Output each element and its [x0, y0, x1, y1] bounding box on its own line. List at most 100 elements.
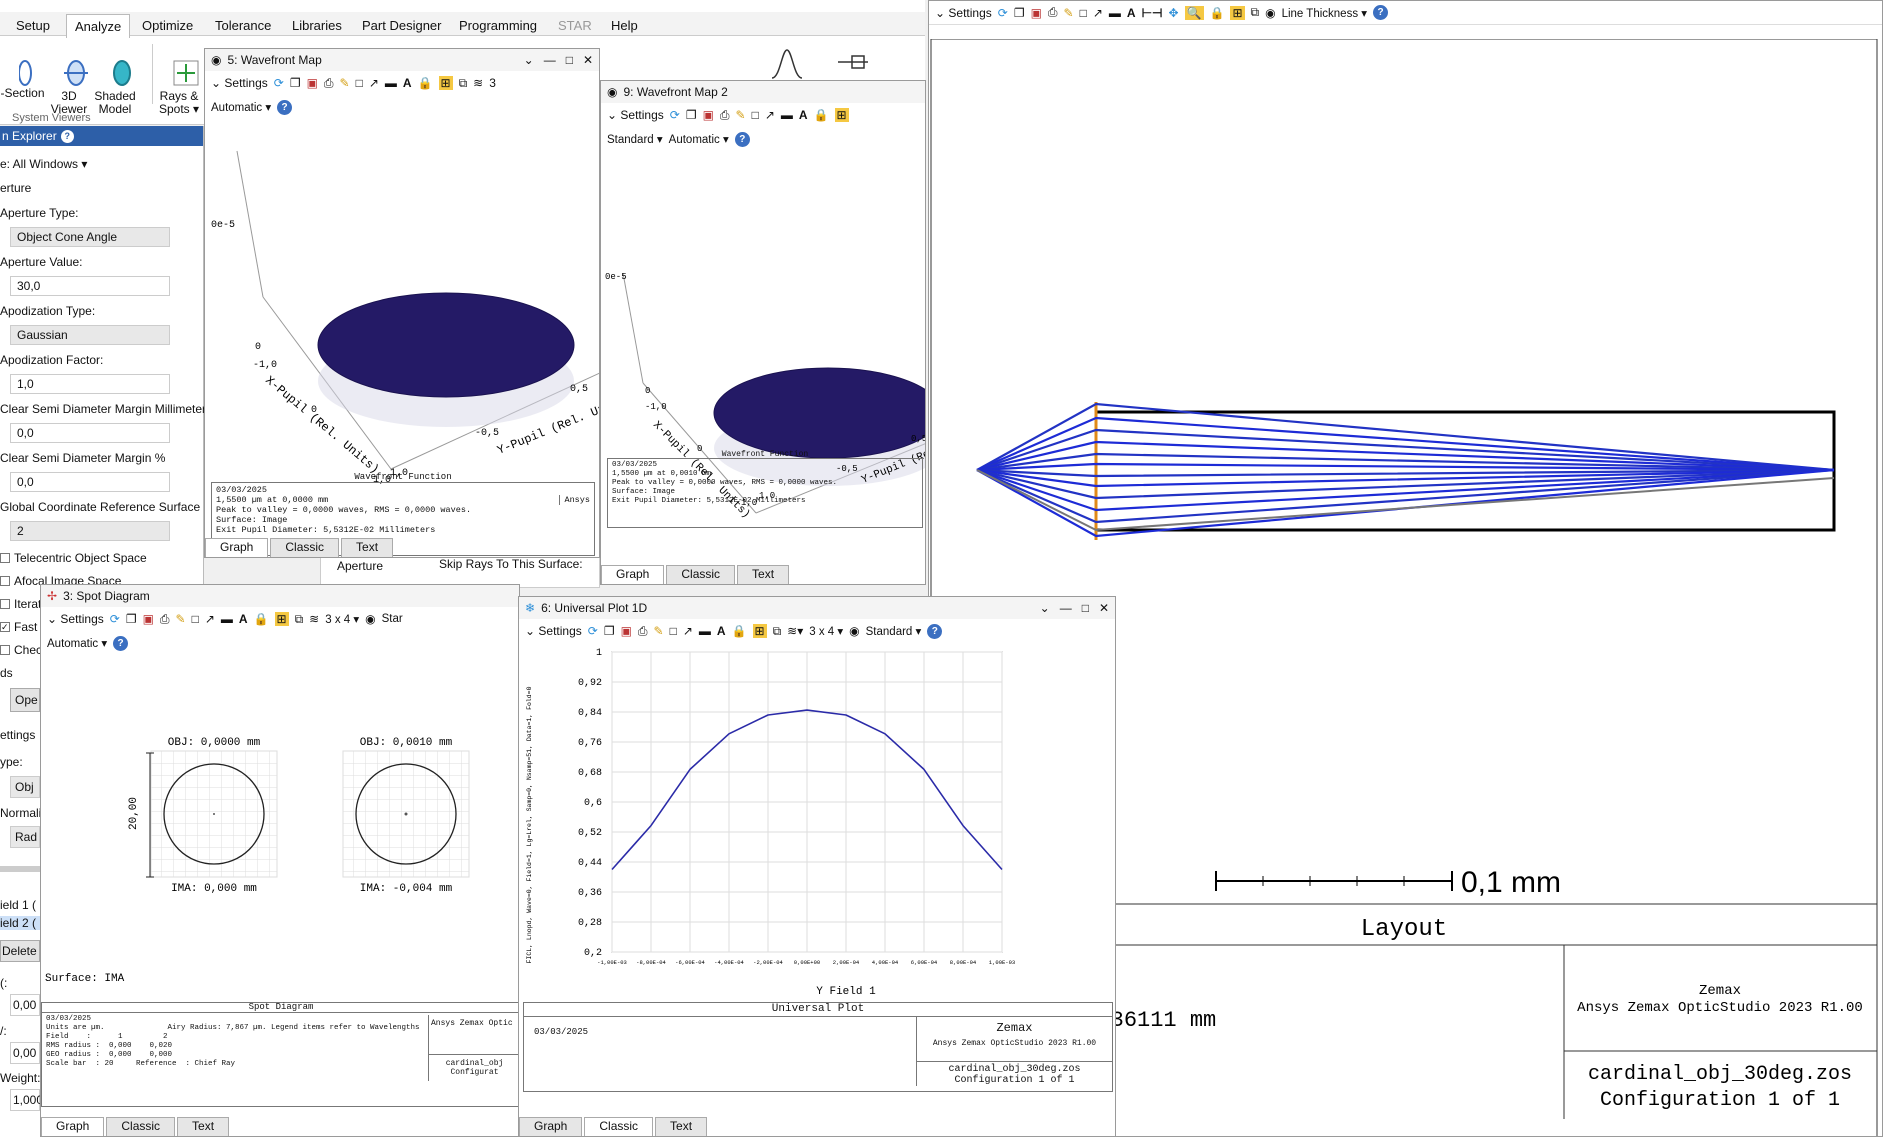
print-icon[interactable]: ⎙ — [1048, 5, 1058, 20]
delete-button[interactable]: Delete — [0, 940, 40, 962]
save-icon[interactable]: ▣ — [307, 76, 318, 90]
copy-icon[interactable]: ❐ — [1014, 6, 1025, 20]
settings-toggle[interactable]: ⌄ Settings — [211, 76, 268, 90]
arrow-icon[interactable]: ↗ — [205, 612, 215, 626]
windows-icon[interactable]: ⧉ — [773, 624, 782, 639]
help-icon[interactable]: ? — [60, 129, 74, 143]
aperture-type-select[interactable]: Object Cone Angle — [10, 227, 170, 247]
tab-text[interactable]: Text — [177, 1117, 230, 1136]
windows-icon[interactable]: ⧉ — [1251, 5, 1260, 20]
minimize-button[interactable]: — — [1060, 601, 1072, 615]
maximize-button[interactable]: □ — [566, 53, 573, 67]
shaded-model-button[interactable]: Shaded Model — [92, 46, 138, 116]
help-icon[interactable]: ? — [734, 131, 750, 147]
line-icon[interactable]: ▬ — [1109, 6, 1121, 20]
refresh-icon[interactable]: ⟳ — [998, 6, 1008, 20]
3d-viewer-button[interactable]: 3D Viewer — [48, 46, 90, 116]
open-button[interactable]: Ope — [10, 688, 40, 712]
grid-icon[interactable]: ⊞ — [752, 624, 767, 638]
text-icon[interactable]: A — [1127, 6, 1136, 20]
grid-layout-dropdown[interactable]: 3 x 4 ▾ — [809, 624, 843, 638]
automatic-dropdown[interactable]: Automatic ▾ — [47, 636, 107, 650]
automatic-dropdown[interactable]: Automatic ▾ — [211, 100, 271, 114]
arrow-icon[interactable]: ↗ — [765, 108, 775, 122]
standard-dropdown[interactable]: Standard ▾ — [866, 624, 922, 638]
tab-graph[interactable]: Graph — [601, 565, 665, 584]
aperture-tab[interactable]: Aperture — [337, 559, 383, 573]
timer-icon[interactable]: ◉ — [1265, 6, 1275, 20]
grid-icon[interactable]: ⊞ — [438, 76, 453, 90]
print-icon[interactable]: ⎙ — [720, 108, 730, 123]
arrow-icon[interactable]: ↗ — [683, 624, 693, 638]
save-icon[interactable]: ▣ — [1031, 6, 1042, 20]
standard-dropdown[interactable]: Star — [382, 613, 403, 625]
maximize-button[interactable]: □ — [1082, 601, 1089, 615]
dropdown-icon[interactable]: ⌄ — [524, 53, 534, 67]
lock-icon[interactable]: 🔒 — [254, 612, 269, 626]
aperture-value-input[interactable]: 30,0 — [10, 276, 170, 296]
iterate-checkbox[interactable]: Iterat — [0, 597, 41, 611]
tab-classic[interactable]: Classic — [106, 1117, 176, 1136]
copy-icon[interactable]: ❐ — [604, 624, 615, 638]
help-icon[interactable]: ? — [113, 635, 129, 651]
rectangle-icon[interactable]: □ — [670, 624, 677, 638]
global-ref-surface-select[interactable]: 2 — [10, 521, 170, 541]
refresh-icon[interactable]: ⟳ — [588, 624, 598, 638]
tab-classic[interactable]: Classic — [270, 538, 340, 557]
layers-icon[interactable]: ≋▾ — [787, 624, 803, 638]
tab-text[interactable]: Text — [341, 538, 394, 557]
windows-icon[interactable]: ⧉ — [295, 612, 304, 627]
tab-classic[interactable]: Classic — [584, 1117, 654, 1136]
lock-icon[interactable]: 🔒 — [814, 108, 829, 122]
save-icon[interactable]: ▣ — [143, 612, 154, 626]
apodization-type-select[interactable]: Gaussian — [10, 325, 170, 345]
copy-icon[interactable]: ❐ — [686, 108, 697, 122]
line-icon[interactable]: ▬ — [781, 108, 793, 122]
clear-margin-pct-input[interactable]: 0,0 — [10, 472, 170, 492]
line-icon[interactable]: ▬ — [385, 76, 397, 90]
apodization-factor-input[interactable]: 1,0 — [10, 374, 170, 394]
line-icon[interactable]: ▬ — [699, 624, 711, 638]
layers-icon[interactable]: ≋ — [309, 612, 319, 626]
text-icon[interactable]: A — [717, 624, 726, 638]
cross-section-button[interactable]: -Section — [0, 46, 45, 100]
normalization-select[interactable]: Rad — [10, 826, 40, 848]
rectangle-icon[interactable]: □ — [356, 76, 363, 90]
copy-icon[interactable]: ❐ — [290, 76, 301, 90]
grid-icon[interactable]: ⊞ — [1230, 5, 1245, 20]
close-button[interactable]: ✕ — [1099, 601, 1109, 615]
lock-icon[interactable]: 🔒 — [1210, 6, 1225, 20]
tab-part-designer[interactable]: Part Designer — [362, 18, 441, 33]
tab-star[interactable]: STAR — [558, 18, 592, 33]
weight-input[interactable]: 1,000 — [10, 1089, 43, 1111]
explorer-filter[interactable]: e: All Windows ▾ — [0, 157, 87, 171]
tab-libraries[interactable]: Libraries — [292, 18, 342, 33]
zoom-icon[interactable]: 🔍 — [1184, 5, 1204, 20]
rectangle-icon[interactable]: □ — [1080, 6, 1087, 20]
text-icon[interactable]: A — [799, 108, 808, 122]
settings-toggle[interactable]: ⌄ Settings — [607, 108, 664, 122]
y-input[interactable]: 0,00 — [10, 1042, 40, 1064]
print-icon[interactable]: ⎙ — [324, 76, 334, 91]
tab-programming[interactable]: Programming — [459, 18, 537, 33]
field-2-item[interactable]: ield 2 ( — [0, 916, 40, 930]
field-1-item[interactable]: ield 1 ( — [0, 898, 36, 912]
help-icon[interactable]: ? — [277, 99, 293, 115]
lock-icon[interactable]: 🔒 — [418, 76, 433, 90]
pan-icon[interactable]: ✥ — [1168, 6, 1178, 20]
tab-text[interactable]: Text — [655, 1117, 708, 1136]
grid-icon[interactable]: ⊞ — [274, 612, 289, 626]
settings-toggle[interactable]: ⌄ Settings — [935, 6, 992, 20]
pencil-icon[interactable]: ✎ — [340, 76, 350, 90]
save-icon[interactable]: ▣ — [703, 108, 714, 122]
refresh-icon[interactable]: ⟳ — [274, 76, 284, 90]
x-input[interactable]: 0,00 — [10, 994, 40, 1016]
windows-icon[interactable]: ⧉ — [459, 76, 468, 91]
tab-setup[interactable]: Setup — [16, 18, 50, 33]
settings-toggle[interactable]: ⌄ Settings — [525, 624, 582, 638]
timer-icon[interactable]: ◉ — [365, 612, 375, 626]
arrow-icon[interactable]: ↗ — [369, 76, 379, 90]
tab-graph[interactable]: Graph — [41, 1117, 105, 1136]
tab-analyze[interactable]: Analyze — [66, 14, 131, 38]
refresh-icon[interactable]: ⟳ — [110, 612, 120, 626]
